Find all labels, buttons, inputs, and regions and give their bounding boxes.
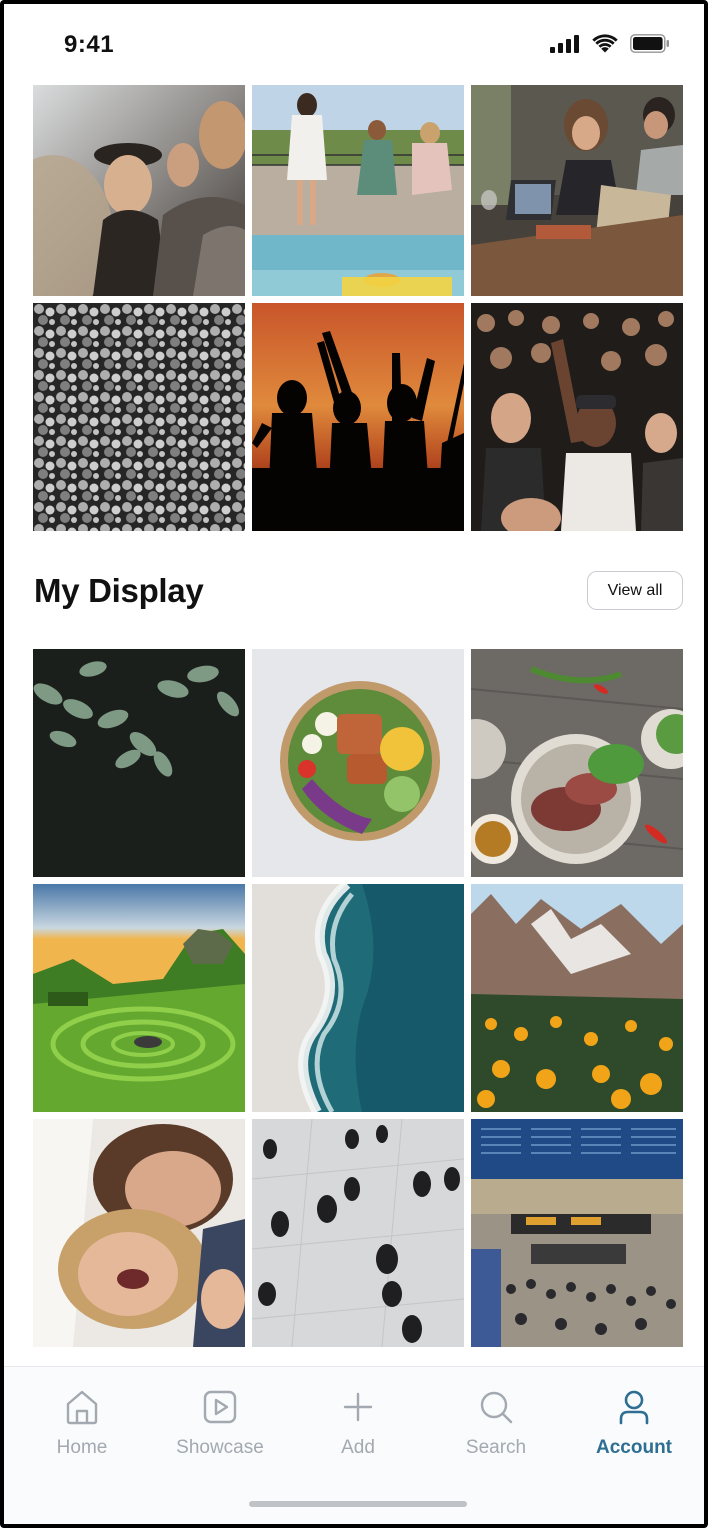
- photo-tile[interactable]: [471, 85, 683, 296]
- photo-tile[interactable]: [252, 303, 464, 531]
- mountain-flowers-photo: [471, 884, 683, 1112]
- tab-label-account: Account: [596, 1437, 672, 1458]
- ocean-shore-photo: [252, 884, 464, 1112]
- sunset-silhouettes-photo: [252, 303, 464, 531]
- photo-tile[interactable]: [252, 1119, 464, 1347]
- status-icons: [550, 34, 670, 53]
- photo-tile[interactable]: [471, 303, 683, 531]
- tab-label-search: Search: [465, 1437, 527, 1458]
- laptop-meeting-photo: [471, 85, 683, 296]
- tab-label-home: Home: [56, 1437, 108, 1458]
- cellular-signal-icon: [550, 34, 579, 53]
- play-square-icon: [203, 1390, 237, 1424]
- photo-tile[interactable]: [33, 303, 245, 531]
- display-photo-grid: [33, 649, 683, 1347]
- tab-account[interactable]: Account: [574, 1389, 694, 1459]
- battery-icon: [630, 34, 669, 53]
- view-all-button[interactable]: View all: [587, 571, 683, 610]
- search-icon: [480, 1391, 513, 1424]
- tab-showcase[interactable]: Showcase: [160, 1389, 280, 1459]
- couple-laughing-photo: [33, 1119, 245, 1347]
- status-time: 9:41: [64, 31, 115, 58]
- green-valley-photo: [33, 884, 245, 1112]
- photo-tile[interactable]: [252, 85, 464, 296]
- salad-bowl-photo: [252, 649, 464, 877]
- user-icon: [619, 1390, 649, 1425]
- wifi-icon: [592, 34, 618, 53]
- app-screen: 9:41 My Display View all Home Showcase A…: [0, 0, 708, 1528]
- tab-label-add: Add: [341, 1437, 375, 1458]
- plus-icon: [343, 1392, 373, 1422]
- photo-tile[interactable]: [33, 85, 245, 296]
- walking-people-photo: [252, 1119, 464, 1347]
- status-bar: 9:41: [4, 4, 704, 84]
- photo-tile[interactable]: [33, 649, 245, 877]
- tab-label-showcase: Showcase: [176, 1437, 264, 1458]
- top-photo-grid: [33, 85, 683, 531]
- dark-leaves-photo: [33, 649, 245, 877]
- poolside-friends-photo: [252, 85, 464, 296]
- photo-tile[interactable]: [33, 1119, 245, 1347]
- home-indicator: [249, 1501, 467, 1507]
- tab-add[interactable]: Add: [298, 1389, 418, 1459]
- train-station-photo: [471, 1119, 683, 1347]
- photo-tile[interactable]: [252, 884, 464, 1112]
- bw-crowd-photo: [33, 303, 245, 531]
- steak-plate-photo: [471, 649, 683, 877]
- concert-crowd-photo: [471, 303, 683, 531]
- photo-tile[interactable]: [252, 649, 464, 877]
- bottom-tab-bar: Home Showcase Add Search Account: [4, 1366, 704, 1524]
- home-icon: [66, 1390, 98, 1425]
- tab-home[interactable]: Home: [22, 1389, 142, 1459]
- section-title: My Display: [34, 572, 204, 609]
- photo-tile[interactable]: [471, 649, 683, 877]
- tab-search[interactable]: Search: [436, 1389, 556, 1459]
- photo-tile[interactable]: [471, 1119, 683, 1347]
- photo-tile[interactable]: [471, 884, 683, 1112]
- photo-tile[interactable]: [33, 884, 245, 1112]
- friends-laughing-photo: [33, 85, 245, 296]
